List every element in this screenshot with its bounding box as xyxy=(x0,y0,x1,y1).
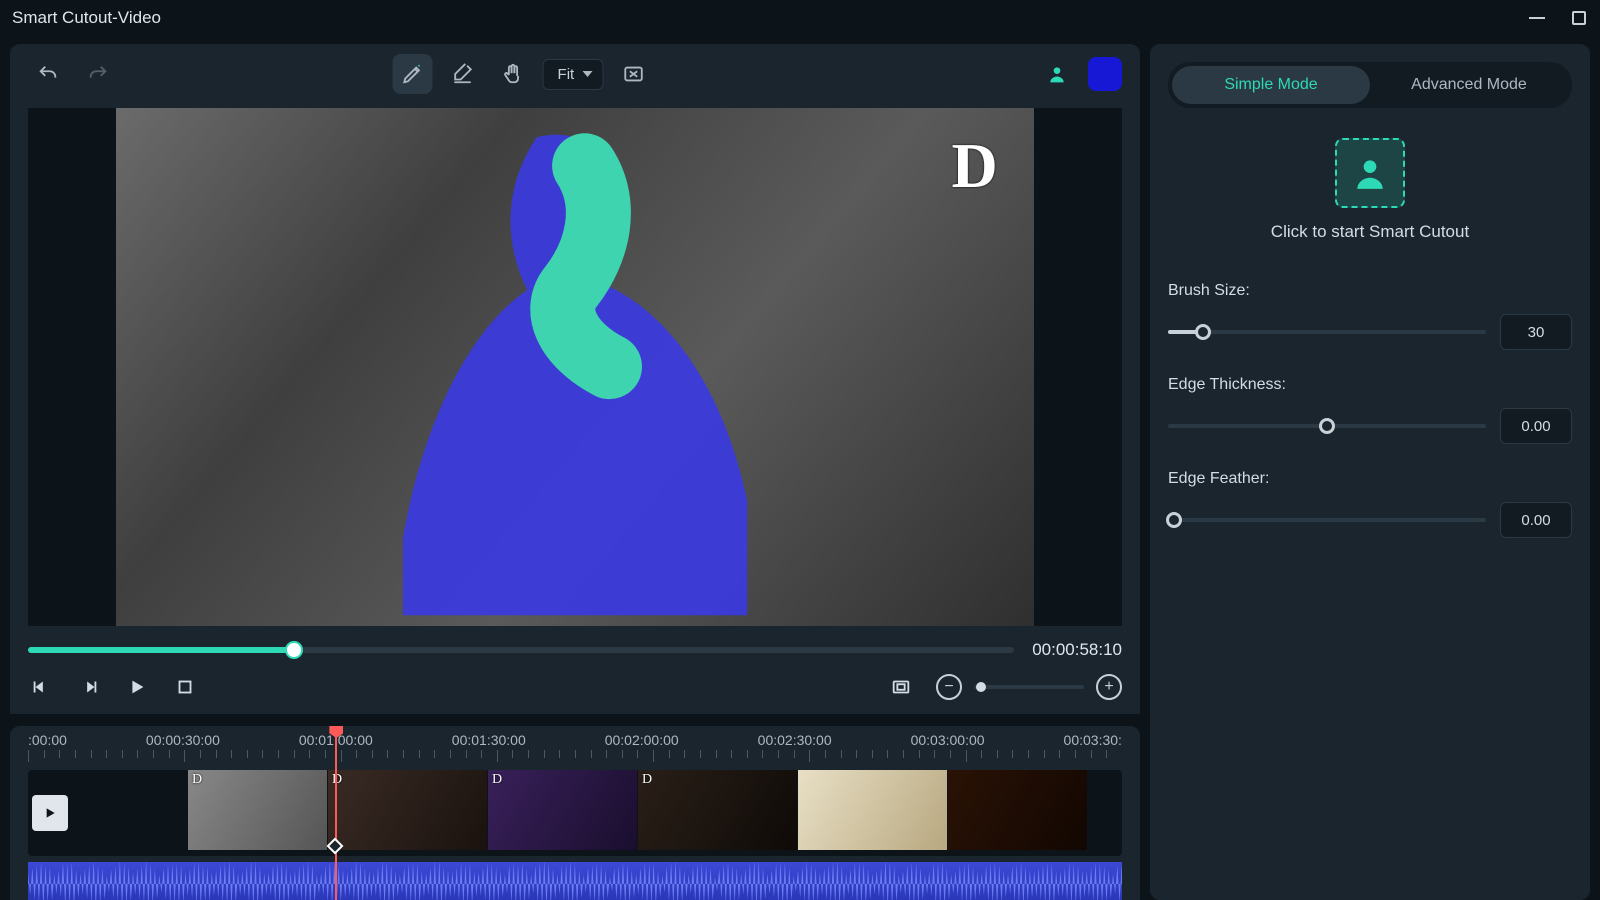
mask-overlay xyxy=(281,118,869,615)
zoom-fit-select[interactable]: Fit xyxy=(543,59,604,90)
preview-panel: D 00:00:58:10 xyxy=(10,104,1140,714)
prev-frame-button[interactable] xyxy=(28,674,54,700)
track-play-icon xyxy=(32,795,68,831)
tab-advanced-mode[interactable]: Advanced Mode xyxy=(1370,66,1568,104)
compare-toggle-button[interactable] xyxy=(613,54,653,94)
ruler-label: :00:00 xyxy=(28,732,67,748)
edge-feather-label: Edge Feather: xyxy=(1168,470,1572,488)
ruler-label: 00:02:30:00 xyxy=(758,732,832,748)
fit-to-screen-button[interactable] xyxy=(888,674,914,700)
start-cutout-button[interactable] xyxy=(1335,138,1405,208)
timeline-clip[interactable] xyxy=(948,770,1088,850)
brush-size-value[interactable]: 30 xyxy=(1500,314,1572,350)
ruler-label: 00:03:00:00 xyxy=(911,732,985,748)
timeline-clip[interactable]: D xyxy=(488,770,638,850)
timeline-clip[interactable]: D xyxy=(638,770,798,850)
stop-button[interactable] xyxy=(172,674,198,700)
timeline-panel: :00:0000:00:30:0000:01:00:0000:01:30:000… xyxy=(10,726,1140,900)
start-cutout-label: Click to start Smart Cutout xyxy=(1271,222,1469,242)
preview-scrubber[interactable] xyxy=(28,647,1014,653)
ruler-label: 00:02:00:00 xyxy=(605,732,679,748)
timeline-clip[interactable] xyxy=(798,770,948,850)
next-frame-button[interactable] xyxy=(76,674,102,700)
waveform xyxy=(28,862,1122,900)
video-track[interactable]: DDDD xyxy=(28,770,1122,856)
edge-thickness-value[interactable]: 0.00 xyxy=(1500,408,1572,444)
edge-feather-value[interactable]: 0.00 xyxy=(1500,502,1572,538)
ruler-label: 00:03:30: xyxy=(1064,732,1122,748)
brush-size-label: Brush Size: xyxy=(1168,282,1572,300)
properties-panel: Simple Mode Advanced Mode Click to start… xyxy=(1150,44,1590,900)
ruler-label: 00:01:30:00 xyxy=(452,732,526,748)
minimize-button[interactable] xyxy=(1528,9,1546,27)
edge-feather-slider[interactable] xyxy=(1168,518,1486,522)
timeline-clip[interactable]: D xyxy=(188,770,328,850)
redo-button[interactable] xyxy=(78,54,118,94)
timeline-ruler[interactable]: :00:0000:00:30:0000:01:00:0000:01:30:000… xyxy=(10,726,1140,770)
maximize-button[interactable] xyxy=(1570,9,1588,27)
watermark-d: D xyxy=(952,129,998,203)
undo-button[interactable] xyxy=(28,54,68,94)
hand-tool-button[interactable] xyxy=(493,54,533,94)
zoom-in-button[interactable]: + xyxy=(1096,674,1122,700)
zoom-slider[interactable] xyxy=(974,685,1084,689)
tab-simple-mode[interactable]: Simple Mode xyxy=(1172,66,1370,104)
brush-tool-button[interactable] xyxy=(393,54,433,94)
audio-track[interactable] xyxy=(28,862,1122,900)
preview-toolbar: Fit xyxy=(10,44,1140,104)
timeline-clip[interactable] xyxy=(78,770,188,850)
ruler-label: 00:00:30:00 xyxy=(146,732,220,748)
edge-thickness-slider[interactable] xyxy=(1168,424,1486,428)
video-frame: D xyxy=(116,108,1035,626)
title-bar: Smart Cutout-Video xyxy=(0,0,1600,36)
edge-thickness-label: Edge Thickness: xyxy=(1168,376,1572,394)
timecode-display: 00:00:58:10 xyxy=(1032,640,1122,660)
preview-canvas[interactable]: D xyxy=(28,108,1122,626)
timeline-playhead[interactable] xyxy=(335,726,337,900)
zoom-out-button[interactable]: − xyxy=(936,674,962,700)
eraser-tool-button[interactable] xyxy=(443,54,483,94)
window-title: Smart Cutout-Video xyxy=(12,8,161,28)
mask-color-swatch[interactable] xyxy=(1088,57,1122,91)
subject-indicator xyxy=(1040,57,1074,91)
play-button[interactable] xyxy=(124,674,150,700)
transport-controls: − + xyxy=(28,674,1122,700)
brush-size-slider[interactable] xyxy=(1168,330,1486,334)
mode-tabs: Simple Mode Advanced Mode xyxy=(1168,62,1572,108)
timeline-clip[interactable]: D xyxy=(328,770,488,850)
window-controls xyxy=(1528,9,1588,27)
